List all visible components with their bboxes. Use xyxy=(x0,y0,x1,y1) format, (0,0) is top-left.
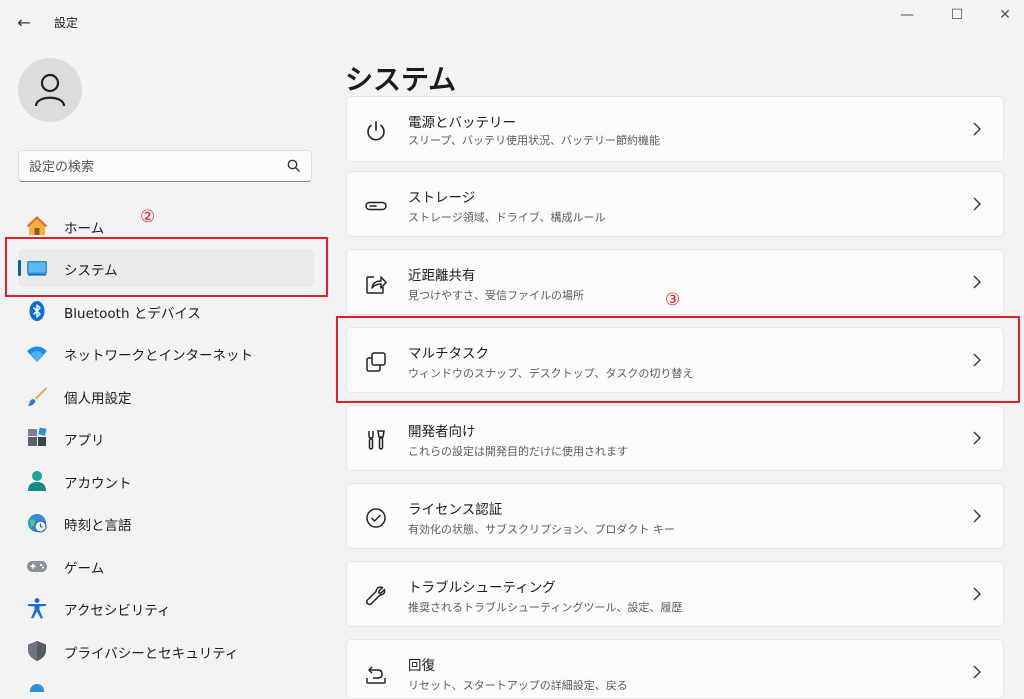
developer-tools-icon xyxy=(368,430,385,450)
chevron-right-icon xyxy=(973,431,981,445)
apps-icon xyxy=(28,427,47,446)
card-activation[interactable]: ライセンス認証 有効化の状態、サブスクリプション、プロダクト キー xyxy=(346,483,1004,549)
sidebar-item-network[interactable]: ネットワークとインターネット xyxy=(18,334,314,372)
recovery-icon xyxy=(366,666,386,684)
sidebar-item-label: ゲーム xyxy=(64,561,105,577)
chevron-right-icon xyxy=(973,509,981,523)
system-icon xyxy=(27,261,47,276)
chevron-right-icon xyxy=(973,587,981,601)
storage-icon xyxy=(365,201,387,211)
card-power-battery[interactable]: 電源とバッテリー スリープ、バッテリ使用状況、バッテリー節約機能 xyxy=(346,96,1004,162)
sidebar-item-partial xyxy=(30,684,44,692)
card-subtitle: ストレージ領域、ドライブ、構成ルール xyxy=(408,211,606,224)
card-subtitle: これらの設定は開発目的だけに使用されます xyxy=(408,445,628,458)
card-title: トラブルシューティング xyxy=(408,580,556,596)
sidebar-item-label: 時刻と言語 xyxy=(64,518,132,534)
annotation-marker-3: ③ xyxy=(665,290,681,310)
brush-icon xyxy=(27,387,47,406)
close-button[interactable]: ✕ xyxy=(982,4,1024,26)
card-subtitle: ウィンドウのスナップ、デスクトップ、タスクの切り替え xyxy=(408,367,694,380)
card-subtitle: リセット、スタートアップの詳細設定、戻る xyxy=(408,679,628,692)
power-icon xyxy=(367,121,385,141)
search-icon[interactable] xyxy=(287,159,301,173)
sidebar-item-accessibility[interactable]: アクセシビリティ xyxy=(18,589,314,627)
card-subtitle: 見つけやすさ、受信ファイルの場所 xyxy=(408,289,584,302)
sidebar-item-system[interactable]: システム xyxy=(18,249,314,287)
chevron-right-icon xyxy=(973,353,981,367)
card-title: 開発者向け xyxy=(408,424,476,440)
card-subtitle: スリープ、バッテリ使用状況、バッテリー節約機能 xyxy=(408,134,661,147)
title-bar: ← 設定 — ☐ ✕ xyxy=(0,0,1024,44)
sidebar-item-bluetooth[interactable]: Bluetooth とデバイス xyxy=(18,292,314,330)
card-title: 回復 xyxy=(408,658,435,674)
multitask-icon xyxy=(366,352,386,372)
card-storage[interactable]: ストレージ ストレージ領域、ドライブ、構成ルール xyxy=(346,171,1004,237)
sidebar-item-label: 個人用設定 xyxy=(64,391,132,407)
sidebar-item-label: アクセシビリティ xyxy=(64,603,171,619)
sidebar-item-gaming[interactable]: ゲーム xyxy=(18,547,314,585)
accessibility-icon xyxy=(28,598,46,619)
chevron-right-icon xyxy=(973,665,981,679)
wifi-icon xyxy=(27,346,47,362)
sidebar-item-time-language[interactable]: 時刻と言語 xyxy=(18,504,314,542)
clock-globe-icon xyxy=(28,514,47,533)
search-box[interactable] xyxy=(18,150,312,182)
sidebar-item-label: アプリ xyxy=(64,433,105,449)
card-title: 近距離共有 xyxy=(408,268,476,284)
sidebar-item-label: アカウント xyxy=(64,476,132,492)
annotation-marker-2: ② xyxy=(140,207,156,227)
shield-icon xyxy=(28,641,46,661)
account-icon xyxy=(28,471,46,491)
card-title: ストレージ xyxy=(408,190,476,206)
chevron-right-icon xyxy=(973,197,981,211)
bluetooth-icon xyxy=(29,301,45,321)
sidebar-item-apps[interactable]: アプリ xyxy=(18,419,314,457)
sidebar-item-label: ネットワークとインターネット xyxy=(64,348,253,364)
avatar[interactable] xyxy=(18,58,82,122)
page-title: システム xyxy=(345,63,457,96)
sidebar-item-accounts[interactable]: アカウント xyxy=(18,462,314,500)
card-recovery[interactable]: 回復 リセット、スタートアップの詳細設定、戻る xyxy=(346,639,1004,699)
app-title: 設定 xyxy=(54,16,79,30)
sidebar-item-home[interactable]: ホーム xyxy=(18,207,314,245)
sidebar-item-label: システム xyxy=(64,263,118,279)
sidebar-item-label: Bluetooth とデバイス xyxy=(64,306,201,322)
sidebar-item-privacy[interactable]: プライバシーとセキュリティ xyxy=(18,632,314,670)
chevron-right-icon xyxy=(973,275,981,289)
gamepad-icon xyxy=(27,561,47,572)
card-subtitle: 有効化の状態、サブスクリプション、プロダクト キー xyxy=(408,523,675,536)
chevron-right-icon xyxy=(973,122,981,136)
card-developer[interactable]: 開発者向け これらの設定は開発目的だけに使用されます xyxy=(346,405,1004,471)
active-indicator xyxy=(18,260,21,276)
maximize-button[interactable]: ☐ xyxy=(934,4,980,26)
card-title: マルチタスク xyxy=(408,346,489,362)
sidebar-item-label: ホーム xyxy=(64,221,105,237)
back-arrow-icon[interactable]: ← xyxy=(12,12,36,34)
search-input[interactable] xyxy=(29,157,269,177)
sidebar-item-label: プライバシーとセキュリティ xyxy=(64,646,239,662)
share-icon xyxy=(366,276,387,294)
card-subtitle: 推奨されるトラブルシューティングツール、設定、履歴 xyxy=(408,601,683,614)
card-title: 電源とバッテリー xyxy=(408,115,516,131)
minimize-button[interactable]: — xyxy=(884,4,930,26)
checkmark-circle-icon xyxy=(366,508,386,528)
card-troubleshoot[interactable]: トラブルシューティング 推奨されるトラブルシューティングツール、設定、履歴 xyxy=(346,561,1004,627)
card-multitasking[interactable]: マルチタスク ウィンドウのスナップ、デスクトップ、タスクの切り替え xyxy=(346,327,1004,393)
wrench-icon xyxy=(366,586,386,606)
home-icon xyxy=(26,216,48,235)
sidebar-item-personalization[interactable]: 個人用設定 xyxy=(18,377,314,415)
card-title: ライセンス認証 xyxy=(408,502,503,518)
user-icon xyxy=(34,73,66,107)
